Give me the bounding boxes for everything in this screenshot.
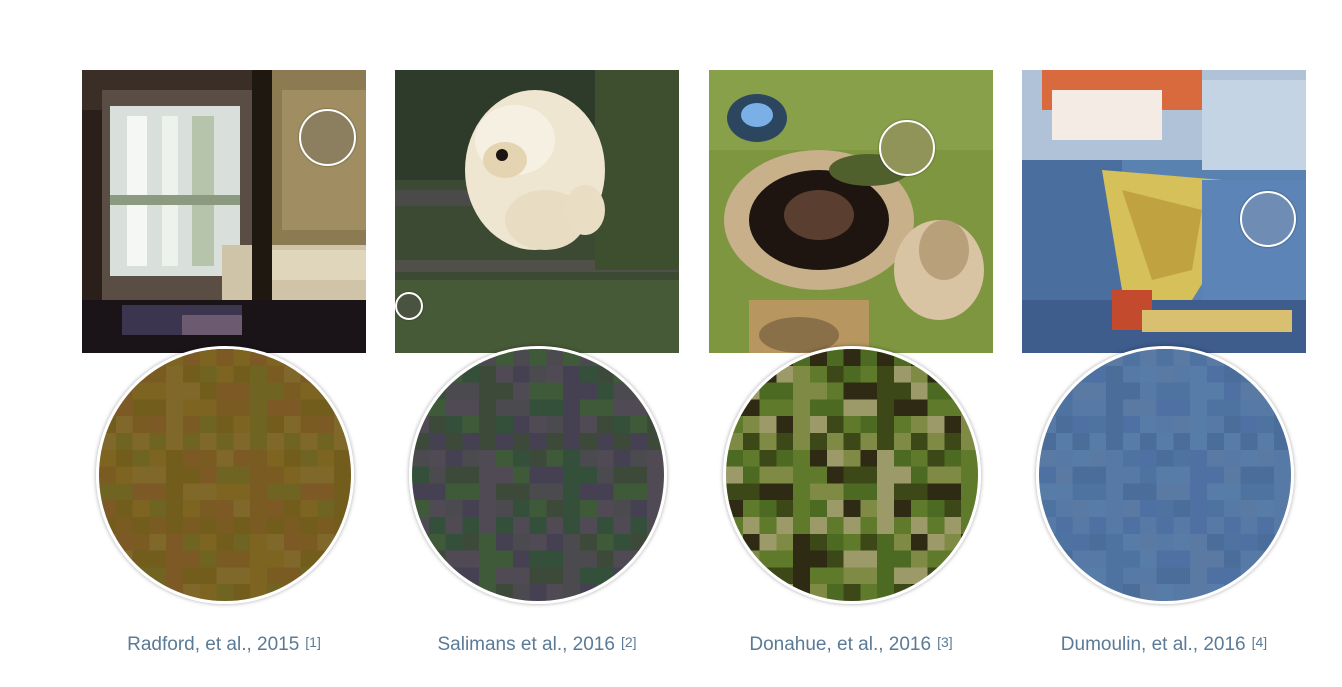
zoomed-region-circle	[723, 346, 981, 604]
figure-radford: Radford, et al., 2015 [1]	[82, 0, 366, 687]
caption-text: Radford, et al., 2015	[127, 634, 300, 655]
figure-caption: Radford, et al., 2015 [1]	[62, 634, 386, 656]
figure-salimans: Salimans et al., 2016 [2]	[395, 0, 679, 687]
zoom-region-marker	[1240, 191, 1296, 247]
generated-sample-animal-face	[709, 70, 993, 353]
zoomed-region-circle	[409, 346, 667, 604]
figure-caption: Dumoulin, et al., 2016 [4]	[1002, 634, 1326, 656]
figure-caption: Donahue, et al., 2016 [3]	[689, 634, 1013, 656]
citation-link[interactable]: [4]	[1252, 634, 1268, 650]
figure-donahue: Donahue, et al., 2016 [3]	[709, 0, 993, 687]
zoomed-region-circle	[1036, 346, 1294, 604]
caption-text: Dumoulin, et al., 2016	[1060, 634, 1246, 655]
caption-text: Salimans et al., 2016	[437, 634, 615, 655]
caption-text: Donahue, et al., 2016	[749, 634, 932, 655]
citation-link[interactable]: [3]	[937, 634, 953, 650]
figure-dumoulin: Dumoulin, et al., 2016 [4]	[1022, 0, 1306, 687]
zoom-region-marker	[395, 292, 423, 320]
zoom-region-marker	[879, 120, 935, 176]
citation-link[interactable]: [2]	[621, 634, 637, 650]
citation-link[interactable]: [1]	[305, 634, 321, 650]
zoom-region-marker	[299, 109, 356, 166]
generated-sample-bedroom	[82, 70, 366, 353]
zoomed-region-circle	[96, 346, 354, 604]
generated-sample-abstract	[1022, 70, 1306, 353]
generated-sample-dog	[395, 70, 679, 353]
figure-caption: Salimans et al., 2016 [2]	[375, 634, 699, 656]
